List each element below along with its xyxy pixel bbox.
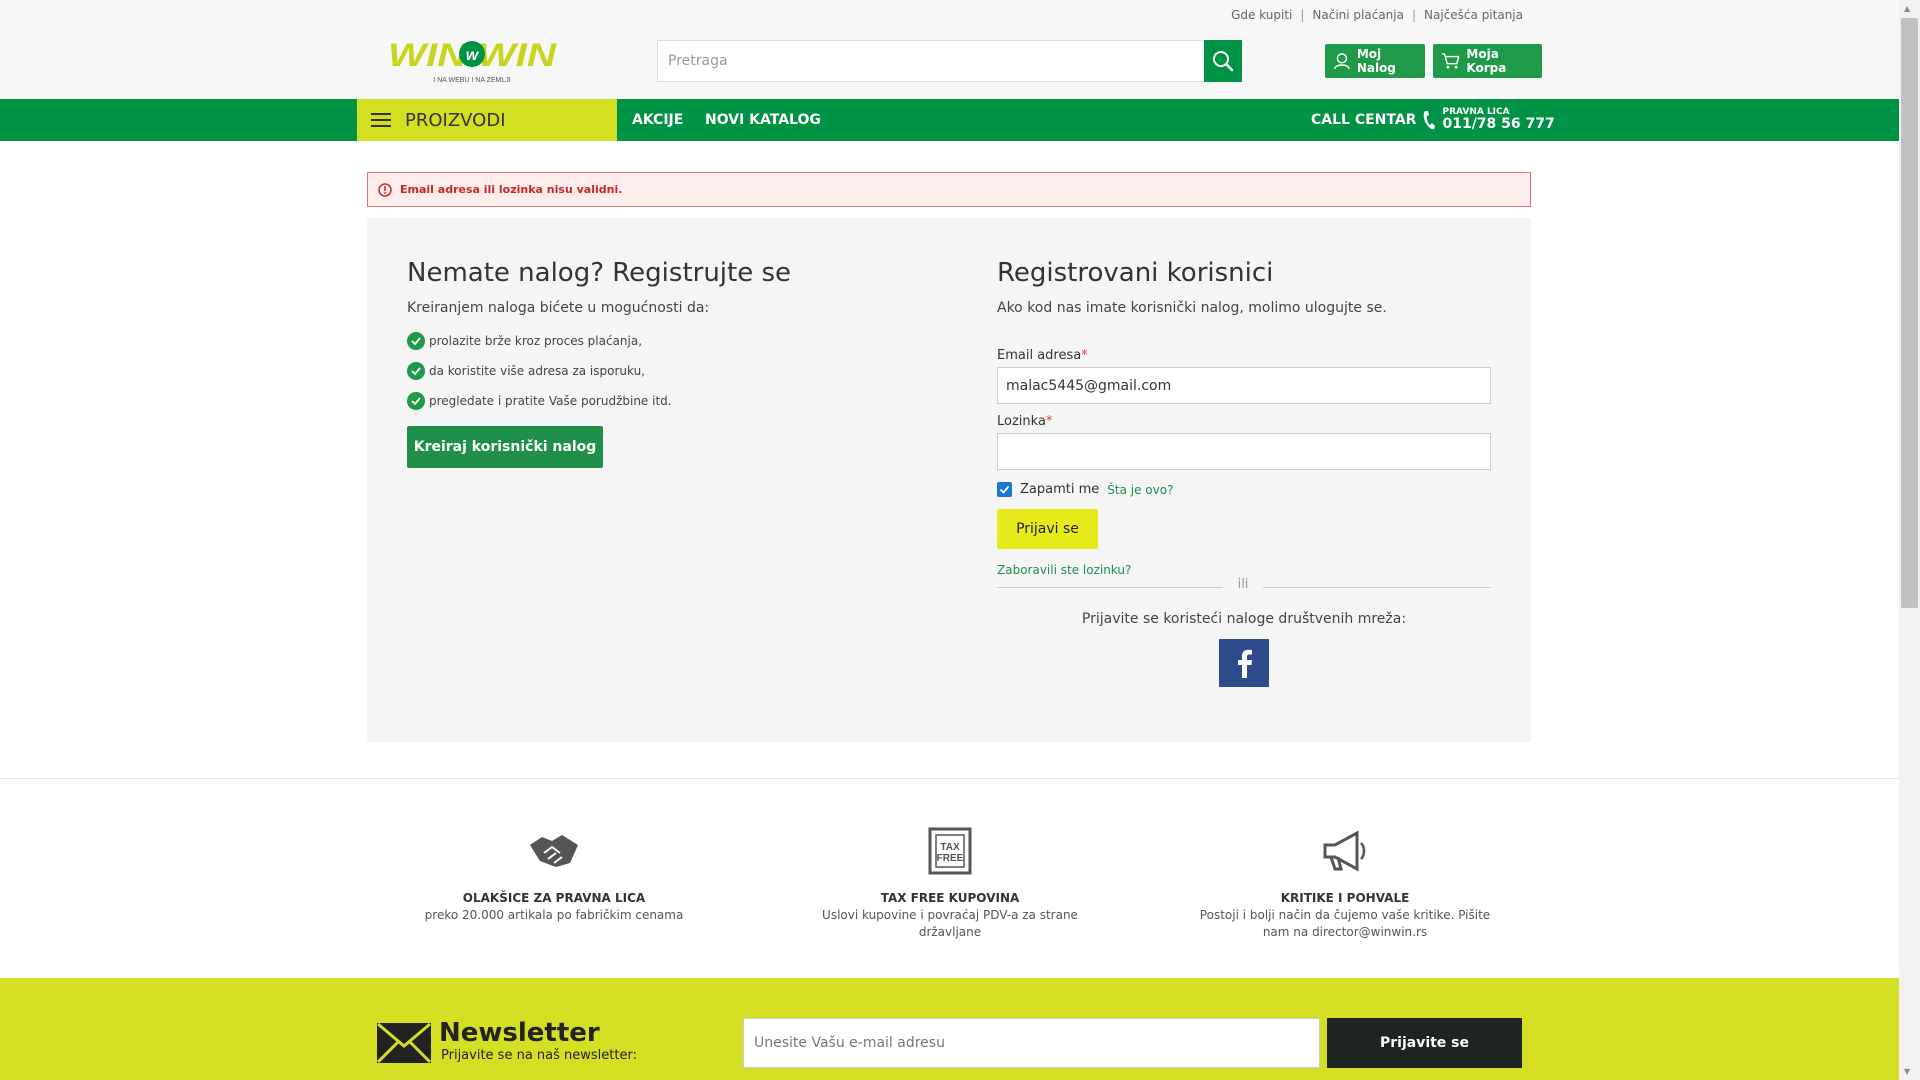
call-center[interactable]: CALL CENTAR PRAVNA LICA 011/78 56 777 (1311, 99, 1555, 141)
benefit-item: pregledate i pratite Vaše porudžbine itd… (407, 386, 927, 416)
benefit-text: pregledate i pratite Vaše porudžbine itd… (429, 394, 672, 408)
password-field[interactable] (997, 433, 1491, 470)
newsletter-title: Newsletter (439, 1018, 600, 1048)
remember-me-checkbox[interactable] (997, 482, 1012, 497)
phone-icon (1424, 111, 1436, 130)
call-center-phone: 011/78 56 777 (1442, 116, 1555, 133)
cart-button[interactable]: Moja Korpa (1433, 44, 1542, 78)
logo-tagline: I NA WEBU I NA ZEMLJI (433, 77, 510, 84)
social-login-text: Prijavite se koristeći naloge društvenih… (1081, 611, 1407, 627)
check-icon (407, 362, 425, 380)
tax-free-icon: TAX FREE (928, 827, 972, 875)
feature-title: KRITIKE I POHVALE (1280, 891, 1410, 905)
products-label: PROIZVODI (405, 109, 506, 131)
envelope-icon (376, 1022, 432, 1064)
top-link-nacini-placanja[interactable]: Načini plaćanja (1312, 8, 1404, 22)
cart-icon (1441, 53, 1460, 69)
feature-tax-free[interactable]: TAX FREE TAX FREE KUPOVINA Uslovi kupovi… (790, 823, 1110, 941)
check-icon (407, 332, 425, 350)
top-links: Gde kupiti | Načini plaćanja | Najčešća … (1231, 8, 1523, 22)
winwin-logo[interactable]: WIN WIN w I NA WEBU I NA ZEMLJI (386, 36, 558, 88)
feature-title: TAX FREE KUPOVINA (880, 891, 1020, 905)
login-lead: Ako kod nas imate korisnički nalog, moli… (997, 300, 1387, 316)
separator: | (1300, 8, 1305, 22)
create-account-button[interactable]: Kreiraj korisnički nalog (407, 426, 603, 468)
remember-me-label[interactable]: Zapamti me (1020, 482, 1099, 497)
nav-link-novi-katalog[interactable]: NOVI KATALOG (705, 99, 821, 141)
feature-desc: Postoji i bolji način da čujemo vaše kri… (1199, 908, 1491, 939)
features-strip: OLAKŠICE ZA PRAVNA LICA preko 20.000 art… (0, 778, 1899, 978)
or-label: ili (1223, 577, 1263, 592)
register-section: Nemate nalog? Registrujte se Kreiranjem … (407, 258, 927, 468)
or-divider: ili (997, 577, 1491, 595)
account-label: Moj Nalog (1356, 47, 1396, 75)
search-bar: Pretraga (657, 40, 1242, 82)
separator: | (1411, 8, 1417, 22)
password-label: Lozinka* (997, 414, 1053, 429)
feature-desc: preko 20.000 artikala po fabričkim cenam… (424, 908, 684, 922)
login-panel: Nemate nalog? Registrujte se Kreiranjem … (367, 218, 1531, 742)
newsletter-subscribe-button[interactable]: Prijavite se (1327, 1018, 1522, 1068)
benefit-text: da koristite više adresa za isporuku, (429, 364, 645, 378)
newsletter-section: Newsletter Prijavite se na naš newslette… (0, 978, 1899, 1080)
nav-link-akcije[interactable]: AKCIJE (632, 99, 683, 141)
feature-title: OLAKŠICE ZA PRAVNA LICA (462, 891, 646, 905)
main-nav: PROIZVODI AKCIJE NOVI KATALOG CALL CENTA… (0, 99, 1899, 141)
login-title: Registrovani korisnici (997, 258, 1274, 288)
feature-desc: Uslovi kupovine i povraćaj PDV-a za stra… (822, 908, 1078, 939)
newsletter-subtitle: Prijavite se na naš newsletter: (441, 1048, 637, 1063)
svg-text:FREE: FREE (937, 853, 964, 864)
search-button[interactable] (1204, 40, 1242, 82)
benefit-item: prolazite brže kroz proces plaćanja, (407, 326, 927, 356)
products-menu-button[interactable]: PROIZVODI (357, 99, 617, 141)
top-link-gde-kupiti[interactable]: Gde kupiti (1231, 8, 1292, 22)
call-center-info: PRAVNA LICA 011/78 56 777 (1442, 107, 1555, 133)
whats-this-link[interactable]: Šta je ovo? (1107, 483, 1173, 497)
login-section: Registrovani korisnici Ako kod nas imate… (997, 258, 1491, 687)
benefit-text: prolazite brže kroz proces plaćanja, (429, 334, 643, 348)
scrollbar[interactable]: ▲ ▼ (1899, 0, 1920, 1080)
error-icon (378, 182, 392, 197)
register-lead: Kreiranjem naloga bićete u mogućnosti da… (407, 300, 710, 316)
top-link-najcesca-pitanja[interactable]: Najčešća pitanja (1424, 8, 1523, 22)
search-input[interactable]: Pretraga (657, 40, 1204, 82)
call-center-label: CALL CENTAR (1311, 112, 1417, 128)
scroll-up-arrow-icon[interactable]: ▲ (1904, 4, 1910, 13)
forgot-password-link[interactable]: Zaboravili ste lozinku? (997, 563, 1491, 577)
user-icon (1334, 53, 1350, 70)
facebook-icon (1238, 649, 1252, 678)
error-message: Email adresa ili lozinka nisu validni. (367, 172, 1531, 207)
header: Gde kupiti | Načini plaćanja | Najčešća … (0, 0, 1899, 99)
newsletter-email-input[interactable]: Unesite Vašu e-mail adresu (743, 1018, 1320, 1068)
checkmark-icon (999, 485, 1010, 494)
feature-pravna-lica[interactable]: OLAKŠICE ZA PRAVNA LICA preko 20.000 art… (394, 823, 714, 924)
register-title: Nemate nalog? Registrujte se (407, 258, 792, 288)
check-icon (407, 392, 425, 410)
hamburger-icon (371, 113, 391, 127)
feature-kritike[interactable]: KRITIKE I POHVALE Postoji i bolji način … (1185, 823, 1505, 941)
scroll-thumb[interactable] (1901, 18, 1918, 608)
facebook-login-button[interactable] (1219, 639, 1269, 687)
scroll-down-arrow-icon[interactable]: ▼ (1904, 1067, 1910, 1076)
benefit-item: da koristite više adresa za isporuku, (407, 356, 927, 386)
email-field[interactable]: malac5445@gmail.com (997, 367, 1491, 404)
remember-me-row: Zapamti me Šta je ovo? (997, 482, 1491, 497)
cart-label: Moja Korpa (1466, 47, 1507, 75)
login-button[interactable]: Prijavi se (997, 509, 1098, 549)
error-text: Email adresa ili lozinka nisu validni. (400, 183, 623, 196)
search-icon (1213, 51, 1234, 72)
megaphone-icon (1323, 830, 1366, 872)
account-button[interactable]: Moj Nalog (1325, 44, 1425, 78)
svg-text:TAX: TAX (940, 842, 960, 853)
handshake-icon (530, 835, 578, 867)
email-label: Email adresa* (997, 348, 1088, 363)
svg-text:w: w (466, 47, 480, 64)
